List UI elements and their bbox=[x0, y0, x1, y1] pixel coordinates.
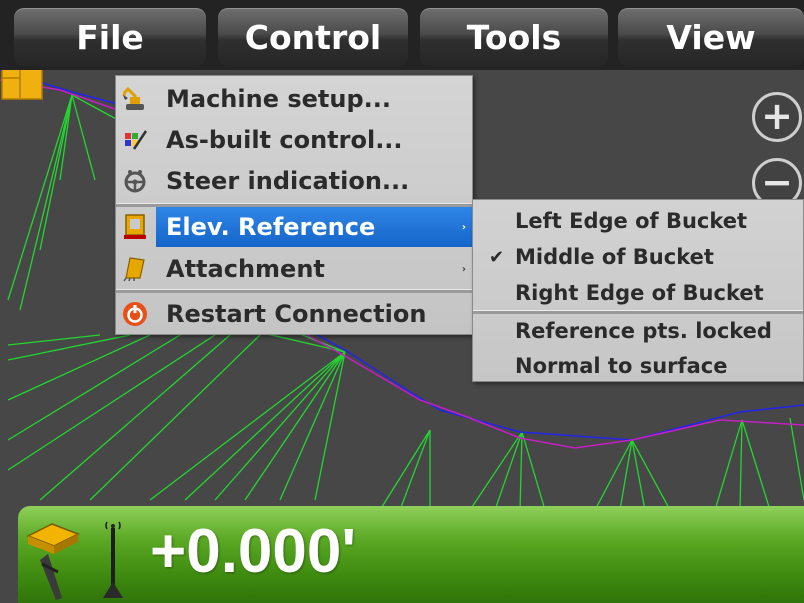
zoom-in-button[interactable]: + bbox=[752, 92, 802, 142]
menu-item-label: Restart Connection bbox=[166, 300, 427, 328]
submenu-item-label: Middle of Bucket bbox=[515, 245, 714, 269]
menu-item-label: Elev. Reference bbox=[166, 213, 376, 241]
submenu-item-middle[interactable]: ✔ Middle of Bucket bbox=[473, 239, 803, 275]
excavator-icon bbox=[122, 86, 144, 110]
elevation-reference-icon bbox=[124, 214, 146, 239]
menu-item-elev-reference[interactable]: Elev. Reference › bbox=[156, 207, 472, 247]
elevation-readout: +0.000' bbox=[150, 517, 357, 586]
submenu-item-label: Right Edge of Bucket bbox=[515, 281, 764, 305]
grade-machine-icon bbox=[26, 523, 80, 600]
submenu-item-label: Left Edge of Bucket bbox=[515, 209, 748, 233]
submenu-item-right-edge[interactable]: Right Edge of Bucket bbox=[473, 275, 803, 311]
menu-view[interactable]: View bbox=[618, 8, 804, 66]
menu-item-label: Attachment bbox=[166, 255, 325, 283]
restart-icon bbox=[123, 302, 147, 326]
submenu-arrow-icon: › bbox=[461, 263, 466, 275]
control-menu: Machine setup... As-built control... Ste… bbox=[115, 75, 473, 335]
menu-item-restart-connection[interactable]: Restart Connection bbox=[116, 294, 472, 334]
menu-item-steer-indication[interactable]: Steer indication... bbox=[116, 161, 472, 201]
menu-separator bbox=[116, 289, 472, 293]
submenu-item-left-edge[interactable]: Left Edge of Bucket bbox=[473, 203, 803, 239]
check-mark-icon: ✔ bbox=[489, 246, 505, 268]
elevation-status-bar[interactable] bbox=[18, 506, 804, 603]
menu-item-machine-setup[interactable]: Machine setup... bbox=[116, 79, 472, 119]
submenu-item-label: Reference pts. locked bbox=[515, 319, 772, 343]
menu-file[interactable]: File bbox=[14, 8, 206, 66]
menu-item-as-built-control[interactable]: As-built control... bbox=[116, 120, 472, 160]
as-built-icon bbox=[125, 130, 148, 150]
menu-item-label: Steer indication... bbox=[166, 167, 410, 195]
elev-reference-submenu: Left Edge of Bucket ✔ Middle of Bucket R… bbox=[472, 199, 804, 382]
menu-item-label: As-built control... bbox=[166, 126, 403, 154]
submenu-arrow-icon: › bbox=[461, 221, 466, 233]
bucket-icon bbox=[123, 257, 145, 282]
submenu-item-normal-to-surface[interactable]: Normal to surface bbox=[473, 348, 803, 384]
main-menu-bar: File Control Tools View bbox=[0, 0, 804, 70]
menu-item-attachment[interactable]: Attachment › bbox=[116, 249, 472, 289]
menu-tools[interactable]: Tools bbox=[420, 8, 608, 66]
submenu-item-reference-pts-locked[interactable]: Reference pts. locked bbox=[473, 313, 803, 349]
antenna-signal-icon bbox=[103, 521, 123, 598]
menu-item-label: Machine setup... bbox=[166, 85, 391, 113]
submenu-item-label: Normal to surface bbox=[515, 354, 728, 378]
menu-control[interactable]: Control bbox=[218, 8, 408, 66]
machine-control-screen: File Control Tools View + − Machine setu… bbox=[0, 0, 804, 603]
steering-wheel-icon bbox=[124, 170, 146, 193]
